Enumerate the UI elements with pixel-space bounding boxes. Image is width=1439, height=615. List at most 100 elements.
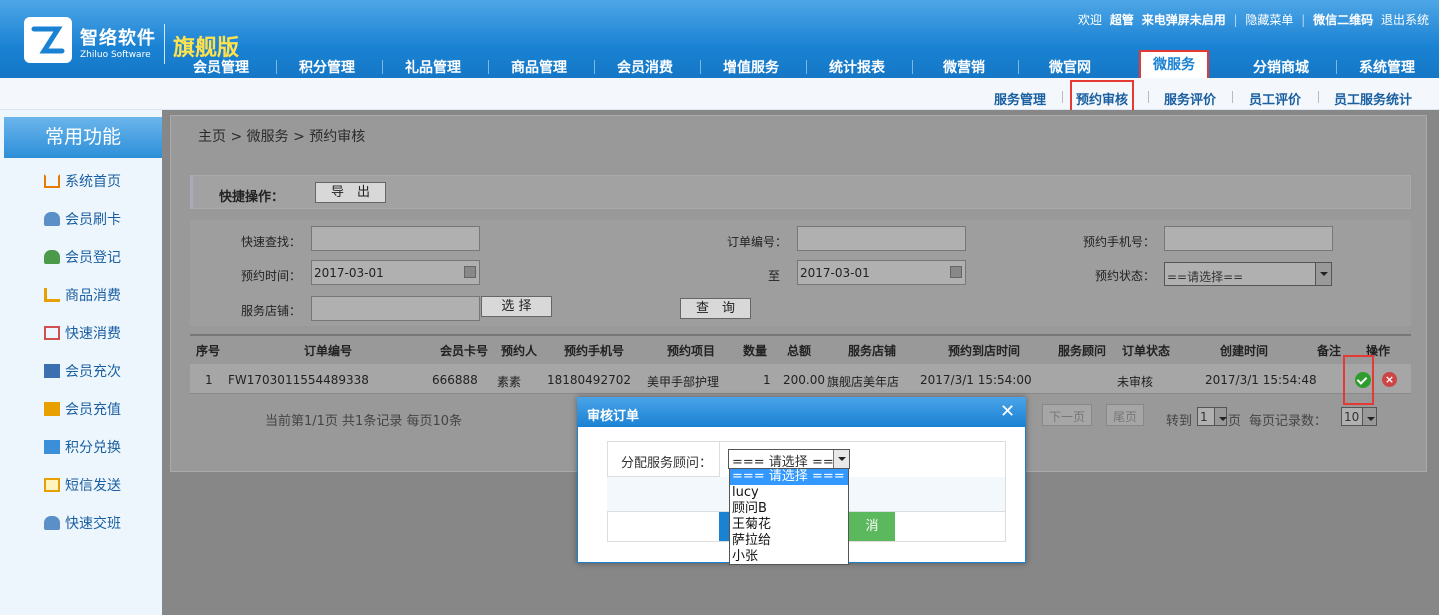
subnav-service-rating[interactable]: 服务评价 <box>1164 89 1216 108</box>
select-store-button[interactable]: 选 择 <box>481 296 552 317</box>
nav-system[interactable]: 系统管理 <box>1359 57 1415 77</box>
search-input[interactable] <box>311 226 480 251</box>
next-page-button[interactable]: 下一页 <box>1042 404 1093 426</box>
phone-input[interactable] <box>1164 226 1333 251</box>
nav-consume[interactable]: 会员消费 <box>617 57 673 77</box>
quick-label: 快捷操作： <box>219 190 285 205</box>
cell-arrival-time: 2017/3/1 15:54:00 <box>920 373 1032 387</box>
advisor-option[interactable]: 王菊花 <box>730 517 848 533</box>
export-button[interactable]: 导 出 <box>315 182 386 203</box>
nav-points[interactable]: 积分管理 <box>299 57 355 77</box>
cell-store: 旗舰店美年店 <box>827 375 900 389</box>
close-icon[interactable]: ✕ <box>1000 401 1015 422</box>
nav-member[interactable]: 会员管理 <box>193 57 249 77</box>
sidebar-item-goods[interactable]: 商品消费 <box>44 285 121 305</box>
sidebar-item-points-exchange[interactable]: 积分兑换 <box>44 437 121 457</box>
crown-icon <box>44 402 60 416</box>
user-name[interactable]: 超管 <box>1110 13 1134 27</box>
nav-divider <box>594 60 595 74</box>
cell-index: 1 <box>205 373 213 387</box>
calendar-icon[interactable] <box>464 266 476 278</box>
col-remark: 备注 <box>1317 344 1342 358</box>
advisor-option[interactable]: 萨拉给 <box>730 533 848 549</box>
col-advisor: 服务顾问 <box>1058 344 1107 358</box>
advisor-option[interactable]: === 请选择 === <box>730 469 848 485</box>
sidebar-item-quick-consume[interactable]: 快速消费 <box>44 323 121 343</box>
advisor-option[interactable]: 小张 <box>730 549 848 565</box>
col-order-no: 订单编号 <box>304 344 353 358</box>
gift-icon <box>44 440 60 454</box>
subnav-service-mgmt[interactable]: 服务管理 <box>994 89 1046 108</box>
col-phone: 预约手机号 <box>564 344 625 358</box>
per-page-label: 每页记录数： <box>1249 414 1328 429</box>
cell-order-no: FW1703011554489338 <box>228 373 369 387</box>
advisor-option[interactable]: 顾问B <box>730 501 848 517</box>
calendar-icon[interactable] <box>950 266 962 278</box>
delete-icon[interactable]: × <box>1382 372 1397 387</box>
nav-gifts[interactable]: 礼品管理 <box>405 57 461 77</box>
chevron-down-icon <box>833 450 849 468</box>
status-label: 预约状态： <box>1095 269 1156 283</box>
approve-icon[interactable] <box>1355 372 1371 388</box>
mail-icon <box>44 478 60 492</box>
cell-person: 素素 <box>497 375 522 389</box>
advisor-select[interactable]: === 请选择 === <box>728 449 850 470</box>
col-total: 总额 <box>787 344 812 358</box>
date-from-input[interactable]: 2017-03-01 <box>311 260 480 285</box>
col-item: 预约项目 <box>667 344 716 358</box>
sidebar-item-recharge-times[interactable]: 会员充次 <box>44 361 121 381</box>
pager-info: 当前第1/1页 共1条记录 每页10条 <box>265 414 462 429</box>
cell-total: 200.00 <box>783 373 825 387</box>
top-links: 欢迎 超管 来电弹屏未启用 | 隐藏菜单 | 微信二维码 退出系统 <box>1074 11 1429 28</box>
subnav-staff-rating[interactable]: 员工评价 <box>1249 89 1301 108</box>
col-qty: 数量 <box>743 344 768 358</box>
nav-mall[interactable]: 分销商城 <box>1253 57 1309 77</box>
sidebar-item-register[interactable]: 会员登记 <box>44 247 121 267</box>
sidebar-item-card[interactable]: 会员刷卡 <box>44 209 121 229</box>
col-person: 预约人 <box>501 344 538 358</box>
query-button[interactable]: 查 询 <box>680 298 751 319</box>
chevron-down-icon <box>1362 408 1376 425</box>
subnav-staff-stats[interactable]: 员工服务统计 <box>1334 89 1412 108</box>
sidebar-item-shift[interactable]: 快速交班 <box>44 513 121 533</box>
nav-micro-service[interactable]: 微服务 <box>1139 50 1209 78</box>
brand-en: Zhiluo Software <box>80 50 151 60</box>
cell-phone: 18180492702 <box>547 373 631 387</box>
cell-card-no: 666888 <box>432 373 478 387</box>
nav-micro-site[interactable]: 微官网 <box>1049 57 1091 77</box>
store-input[interactable] <box>311 296 480 321</box>
order-no-label: 订单编号： <box>727 235 788 249</box>
nav-reports[interactable]: 统计报表 <box>829 57 885 77</box>
advisor-option[interactable]: lucy <box>730 485 848 501</box>
goto-label: 转到 <box>1166 414 1193 429</box>
sidebar-item-recharge[interactable]: 会员充值 <box>44 399 121 419</box>
sidebar-item-home[interactable]: 系统首页 <box>44 171 121 191</box>
cell-created: 2017/3/1 15:54:48 <box>1205 373 1317 387</box>
subnav-divider <box>1232 91 1233 103</box>
date-to-input[interactable]: 2017-03-01 <box>797 260 966 285</box>
nav-divider <box>488 60 489 74</box>
sidebar-item-sms[interactable]: 短信发送 <box>44 475 121 495</box>
home-icon <box>44 174 60 188</box>
last-page-button[interactable]: 尾页 <box>1106 404 1145 426</box>
per-page-select[interactable]: 10 <box>1341 407 1377 426</box>
col-created: 创建时间 <box>1220 344 1269 358</box>
nav-micro-marketing[interactable]: 微营销 <box>943 57 985 77</box>
subnav-divider <box>1062 91 1063 103</box>
nav-divider <box>276 60 277 74</box>
page-select[interactable]: 1 <box>1197 407 1227 426</box>
wechat-qr-link[interactable]: 微信二维码 <box>1313 13 1373 27</box>
cancel-button[interactable]: 消 <box>849 512 895 541</box>
to-label: 至 <box>768 269 781 283</box>
shop-icon <box>44 364 60 378</box>
hide-menu-link[interactable]: 隐藏菜单 <box>1245 13 1293 27</box>
order-no-input[interactable] <box>797 226 966 251</box>
users-icon <box>44 250 60 264</box>
chevron-down-icon <box>1214 408 1227 425</box>
nav-value-added[interactable]: 增值服务 <box>723 57 779 77</box>
status-select[interactable]: ==请选择== <box>1164 262 1332 286</box>
advisor-label: 分配服务顾问： <box>621 456 713 471</box>
logout-link[interactable]: 退出系统 <box>1381 13 1429 27</box>
call-popup-link[interactable]: 来电弹屏未启用 <box>1142 13 1226 27</box>
nav-goods[interactable]: 商品管理 <box>511 57 567 77</box>
